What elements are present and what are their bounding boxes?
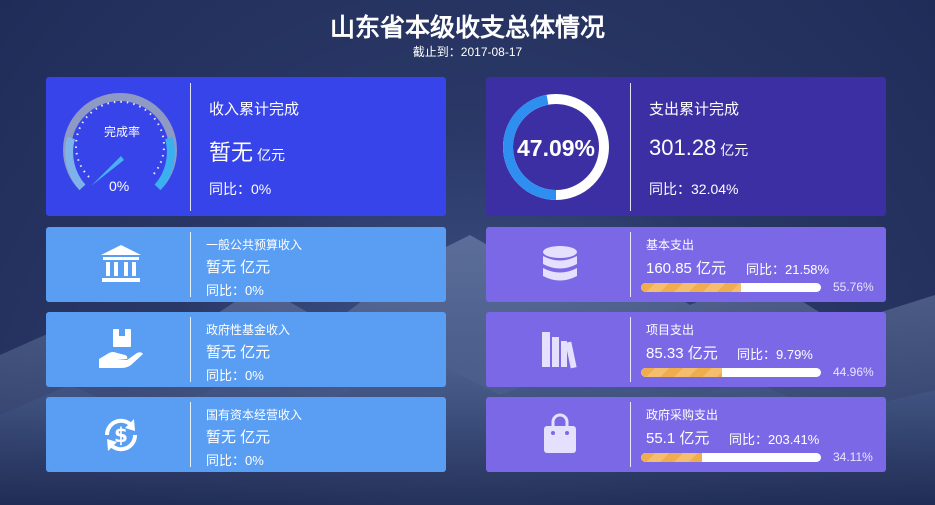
income-item-value: 暂无 亿元	[206, 344, 271, 361]
income-item-card: $ 国有资本经营收入 暂无 亿元 同比：0%	[46, 397, 446, 472]
income-item-yoy: 同比：0%	[206, 368, 264, 383]
expense-item-card: 政府采购支出 55.1 亿元 同比：203.41% 34.11%	[486, 397, 886, 472]
expense-progress-percent: 55.76%	[833, 280, 874, 294]
income-item-yoy: 同比：0%	[206, 453, 264, 468]
expense-item-yoy: 同比：9.79%	[737, 347, 813, 362]
database-icon	[543, 246, 577, 281]
expense-total-unit: 亿元	[720, 142, 749, 158]
expense-progress-fill	[641, 453, 703, 462]
income-item-label: 国有资本经营收入	[206, 408, 303, 422]
expense-item-value: 55.1 亿元	[646, 430, 710, 447]
expense-progress-fill	[641, 368, 722, 377]
expense-item-label: 政府采购支出	[646, 408, 719, 422]
expense-progress-bar	[641, 368, 821, 377]
bank-icon	[101, 245, 141, 282]
books-icon	[542, 332, 577, 369]
income-total-unit: 亿元	[257, 147, 286, 163]
income-total-value: 暂无 亿元	[209, 135, 285, 167]
expense-item-card: 基本支出 160.85 亿元 同比：21.58% 55.76%	[486, 227, 886, 302]
income-item-value: 暂无 亿元	[206, 429, 271, 446]
expense-summary-card: 47.09% 支出累计完成 301.28 亿元 同比：32.04%	[486, 77, 886, 216]
expense-progress-percent: 34.11%	[833, 450, 873, 464]
expense-item-card: 项目支出 85.33 亿元 同比：9.79% 44.96%	[486, 312, 886, 387]
income-item-yoy: 同比：0%	[206, 283, 264, 298]
expense-item-value: 85.33 亿元	[646, 345, 718, 362]
income-item-label: 一般公共预算收入	[206, 238, 303, 252]
income-total-label: 收入累计完成	[209, 101, 300, 118]
page-title: 山东省本级收支总体情况	[329, 14, 605, 42]
gauge-label: 完成率	[104, 125, 141, 139]
income-summary-card: 完成率 0% 收入累计完成 暂无 亿元 同比：0%	[46, 77, 446, 216]
income-item-card: 一般公共预算收入 暂无 亿元 同比：0%	[46, 227, 446, 302]
income-total-yoy: 同比：0%	[209, 181, 272, 197]
hand-box-icon	[99, 329, 143, 368]
expense-item-value: 160.85 亿元	[646, 260, 727, 277]
expense-total-yoy: 同比：32.04%	[649, 181, 739, 197]
expense-total-label: 支出累计完成	[649, 101, 740, 118]
expense-progress-percent: 44.96%	[833, 365, 874, 379]
expense-item-yoy: 同比：203.41%	[729, 432, 820, 447]
expense-progress-fill	[641, 283, 742, 292]
income-item-card: 政府性基金收入 暂无 亿元 同比：0%	[46, 312, 446, 387]
gauge-value: 0%	[109, 178, 130, 194]
income-item-label: 政府性基金收入	[206, 323, 291, 337]
income-item-value: 暂无 亿元	[206, 259, 271, 276]
expense-total-value: 301.28 亿元	[649, 135, 748, 161]
dollar-cycle-icon: $	[104, 418, 138, 452]
shopping-bag-icon	[544, 413, 576, 453]
expense-item-label: 项目支出	[646, 323, 695, 337]
expense-total-number: 301.28	[649, 135, 717, 160]
expense-item-label: 基本支出	[646, 238, 695, 252]
ring-percent-text: 47.09%	[516, 135, 595, 161]
svg-text:$: $	[114, 423, 128, 447]
expense-progress-bar	[641, 453, 821, 462]
page-subtitle: 截止到：2017-08-17	[412, 45, 523, 59]
expense-item-yoy: 同比：21.58%	[746, 262, 830, 277]
income-total-number: 暂无	[209, 140, 254, 165]
expense-progress-bar	[641, 283, 821, 292]
